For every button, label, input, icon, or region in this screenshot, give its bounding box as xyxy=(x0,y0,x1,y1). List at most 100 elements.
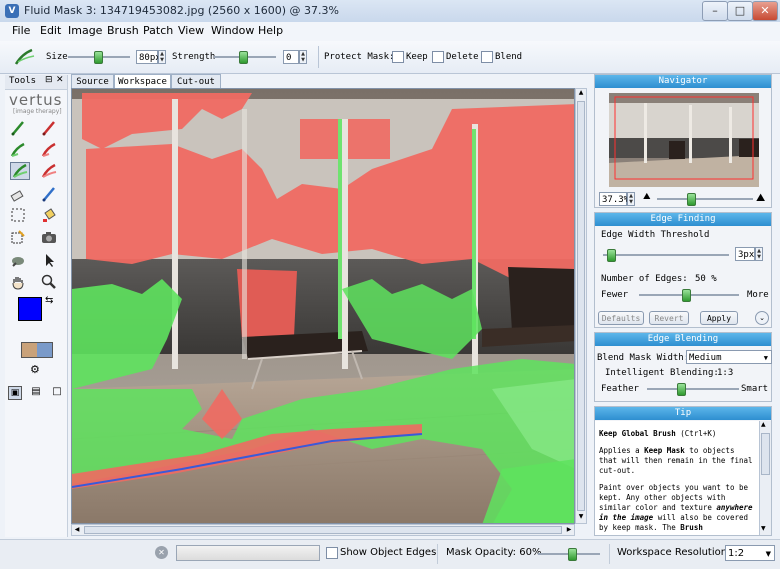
tip-title: Tip xyxy=(595,407,771,420)
zoom-in-icon[interactable]: ⛰ xyxy=(756,191,765,205)
canvas-vertical-scrollbar[interactable]: ▲ ▼ xyxy=(575,88,587,524)
mask-opacity-thumb[interactable] xyxy=(568,548,577,561)
scroll-up-icon[interactable]: ▲ xyxy=(577,89,585,99)
size-input[interactable]: 80px xyxy=(136,50,161,64)
preview-people-icon[interactable] xyxy=(21,342,53,358)
workspace-canvas[interactable] xyxy=(71,88,575,524)
zoom-out-icon[interactable]: ⛰ xyxy=(643,192,651,202)
workspace-resolution-value: 1:2 xyxy=(728,548,745,559)
navigator-zoom-thumb[interactable] xyxy=(687,193,696,206)
blend-label: Blend xyxy=(495,52,523,62)
settings-icon[interactable]: ⚙ xyxy=(30,363,40,376)
view-mode-1-icon[interactable]: ▣ xyxy=(8,386,22,400)
zoom-icon[interactable] xyxy=(39,273,59,291)
close-button[interactable]: ✕ xyxy=(752,1,778,21)
blend-mask-width-select[interactable]: Medium ▼ xyxy=(686,350,772,364)
intelligent-blending-slider[interactable] xyxy=(647,388,739,390)
tab-workspace[interactable]: Workspace xyxy=(114,74,171,89)
delete-global-brush-icon[interactable] xyxy=(39,162,59,180)
edge-width-slider[interactable] xyxy=(603,254,729,256)
show-object-edges-checkbox[interactable] xyxy=(326,547,338,559)
menu-brush[interactable]: Brush xyxy=(107,24,139,37)
delete-brush-icon[interactable] xyxy=(39,141,59,159)
keep-checkbox[interactable] xyxy=(392,51,404,63)
navigator-zoom-spinner[interactable]: ▲ ▼ xyxy=(627,192,635,206)
menu-image[interactable]: Image xyxy=(68,24,102,37)
menu-window[interactable]: Window xyxy=(211,24,254,37)
edge-width-thumb[interactable] xyxy=(607,249,616,262)
status-divider xyxy=(437,544,438,564)
pin-icon[interactable]: ⊟ xyxy=(45,75,53,85)
tip-scroll-down-icon[interactable]: ▼ xyxy=(761,525,766,532)
maximize-button[interactable]: □ xyxy=(727,1,753,21)
size-slider-thumb[interactable] xyxy=(94,51,103,64)
edge-blending-panel: Edge Blending Blend Mask Width: Medium ▼… xyxy=(594,332,772,402)
progress-bar xyxy=(176,545,320,561)
toolbar-divider xyxy=(318,46,319,68)
workspace-resolution-select[interactable]: 1:2 ▼ xyxy=(725,545,775,561)
menu-file[interactable]: File xyxy=(12,24,30,37)
foreground-color-swatch[interactable] xyxy=(18,297,42,321)
edge-width-input[interactable]: 3px xyxy=(735,247,755,261)
tip-scrollbar[interactable]: ▲ ▼ xyxy=(759,421,771,535)
tip-scroll-thumb[interactable] xyxy=(761,433,770,475)
menu-view[interactable]: View xyxy=(178,24,204,37)
delete-checkbox[interactable] xyxy=(432,51,444,63)
delete-brush-small-icon[interactable] xyxy=(39,119,59,137)
horizontal-scroll-thumb[interactable] xyxy=(84,526,562,534)
defaults-button[interactable]: Defaults xyxy=(598,311,644,325)
strength-input[interactable]: 0 xyxy=(283,50,299,64)
window-title: Fluid Mask 3: 134719453082.jpg (2560 x 1… xyxy=(24,4,339,17)
navigator-thumbnail[interactable] xyxy=(609,93,759,187)
view-mode-2-icon[interactable]: ▤ xyxy=(29,386,43,400)
size-spinner[interactable]: ▲ ▼ xyxy=(158,50,166,64)
close-icon[interactable]: ✕ xyxy=(56,75,64,85)
dropdown-arrow-icon: ▼ xyxy=(763,354,768,362)
magic-select-icon[interactable] xyxy=(8,228,28,246)
menu-help[interactable]: Help xyxy=(258,24,283,37)
canvas-horizontal-scrollbar[interactable]: ◀ ▶ xyxy=(71,524,575,536)
swap-colors-icon[interactable]: ⇆ xyxy=(45,295,53,306)
keep-brush-icon[interactable] xyxy=(8,141,28,159)
navigator-title: Navigator xyxy=(595,75,771,88)
fill-bucket-icon[interactable] xyxy=(39,206,59,224)
expand-options-icon[interactable]: ⌄ xyxy=(755,311,769,325)
edges-count-value: 50 % xyxy=(695,274,717,284)
keep-label: Keep xyxy=(406,52,428,62)
intelligent-blending-thumb[interactable] xyxy=(677,383,686,396)
tab-cutout[interactable]: Cut-out xyxy=(171,74,221,88)
apply-button[interactable]: Apply xyxy=(700,311,738,325)
tip-scroll-up-icon[interactable]: ▲ xyxy=(761,421,766,428)
pointer-icon[interactable] xyxy=(39,251,59,269)
tip-paragraph-2: Paint over objects you want to be kept. … xyxy=(599,483,753,532)
tab-source[interactable]: Source xyxy=(71,74,114,88)
edges-count-thumb[interactable] xyxy=(682,289,691,302)
menu-edit[interactable]: Edit xyxy=(40,24,61,37)
cancel-progress-icon[interactable]: ✕ xyxy=(155,546,168,559)
intelligent-blending-value: 1:3 xyxy=(717,368,734,378)
camera-icon[interactable] xyxy=(39,228,59,246)
view-mode-3-icon[interactable]: □ xyxy=(50,386,64,400)
scroll-down-icon[interactable]: ▼ xyxy=(577,513,585,523)
navigator-zoom-input[interactable]: 37.3% xyxy=(599,192,629,206)
strength-slider-thumb[interactable] xyxy=(239,51,248,64)
revert-button[interactable]: Revert xyxy=(649,311,689,325)
strength-spinner[interactable]: ▲ ▼ xyxy=(299,50,307,64)
scroll-left-icon[interactable]: ◀ xyxy=(72,525,82,535)
edge-width-spinner[interactable]: ▲ ▼ xyxy=(755,247,763,261)
blend-brush-icon[interactable] xyxy=(39,185,59,203)
vertical-scroll-thumb[interactable] xyxy=(577,101,585,511)
navigator-zoom-slider[interactable] xyxy=(657,198,753,200)
eraser-icon[interactable] xyxy=(8,185,28,203)
selection-icon[interactable] xyxy=(8,206,28,224)
current-brush-icon xyxy=(14,48,35,65)
blend-checkbox[interactable] xyxy=(481,51,493,63)
hand-icon[interactable] xyxy=(8,273,28,291)
resolution-dropdown-icon: ▼ xyxy=(765,550,771,558)
scroll-right-icon[interactable]: ▶ xyxy=(564,525,574,535)
keep-global-brush-icon[interactable] xyxy=(10,162,30,180)
keep-brush-small-icon[interactable] xyxy=(8,119,28,137)
menu-patch[interactable]: Patch xyxy=(143,24,173,37)
smudge-icon[interactable] xyxy=(8,251,28,269)
minimize-button[interactable]: – xyxy=(702,1,728,21)
